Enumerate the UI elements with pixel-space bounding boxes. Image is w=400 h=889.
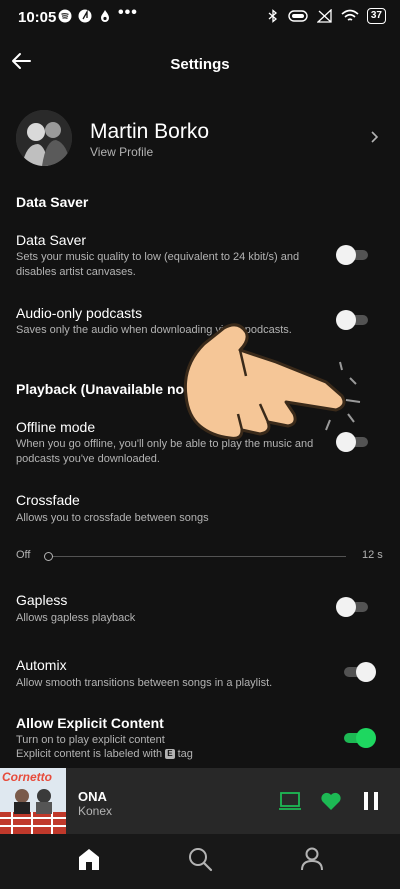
section-title-playback: Playback (Unavailable now) [16, 381, 200, 397]
gapless-title: Gapless [16, 592, 68, 608]
profile-name[interactable]: Martin Borko [90, 120, 209, 144]
status-more-dots: ••• [118, 4, 138, 21]
section-title-data-saver: Data Saver [16, 194, 89, 210]
explicit-content-toggle[interactable] [342, 728, 376, 748]
home-icon[interactable] [76, 846, 102, 872]
person-icon[interactable] [299, 846, 325, 872]
explicit-desc-text-b: tag [177, 748, 193, 760]
avatar[interactable] [16, 110, 72, 166]
gapless-toggle[interactable] [336, 597, 370, 617]
page-title: Settings [170, 56, 230, 73]
automix-toggle[interactable] [342, 662, 376, 682]
bluetooth-icon [268, 9, 277, 23]
status-time: 10:05 [18, 9, 57, 26]
now-playing-artist[interactable]: Konex [78, 804, 112, 818]
data-saver-desc: Sets your music quality to low (equivale… [16, 251, 300, 278]
crossfade-slider-thumb[interactable] [44, 552, 53, 561]
crossfade-min-label: Off [16, 549, 31, 561]
crossfade-title: Crossfade [16, 492, 80, 508]
explicit-content-title: Allow Explicit Content [16, 715, 164, 731]
avatar-photo [16, 110, 72, 166]
crossfade-max-label: 12 s [362, 549, 383, 561]
gapless-desc: Allows gapless playback [16, 612, 136, 624]
audio-only-podcasts-title: Audio-only podcasts [16, 305, 143, 321]
no-signal-icon [316, 9, 332, 23]
album-cover-title: Cornetto [2, 770, 52, 784]
heart-icon[interactable] [320, 791, 342, 811]
album-cover[interactable]: Cornetto [0, 768, 66, 834]
explicit-content-desc-line1: Turn on to play explicit content [16, 734, 165, 746]
pointing-hand-icon [183, 323, 361, 440]
pause-icon[interactable] [362, 791, 380, 811]
devices-icon[interactable] [279, 791, 301, 811]
explicit-desc-text-a: Explicit content is labeled with [16, 748, 163, 760]
chevron-right-icon[interactable] [369, 131, 379, 143]
crossfade-desc: Allows you to crossfade between songs [16, 512, 209, 524]
search-icon[interactable] [187, 846, 213, 872]
flame-icon [101, 10, 109, 22]
status-app-icons [58, 9, 112, 23]
battery-level: 37 [366, 8, 386, 24]
explicit-e-tag: E [165, 749, 175, 760]
explicit-content-desc-line2: Explicit content is labeled with E tag [16, 747, 326, 762]
data-saver-toggle[interactable] [336, 245, 370, 265]
now-playing-title[interactable]: ONA [78, 789, 107, 804]
data-saver-title: Data Saver [16, 232, 87, 248]
offline-mode-title: Offline mode [16, 419, 96, 435]
view-profile-link[interactable]: View Profile [90, 145, 153, 159]
status-system-icons: 37 [267, 8, 386, 24]
vibrate-icon [288, 10, 308, 22]
spotify-icon [58, 9, 72, 23]
crossfade-slider-track[interactable] [48, 556, 346, 557]
automix-desc: Allow smooth transitions between songs i… [16, 677, 273, 689]
automix-title: Automix [16, 657, 67, 673]
music-app-icon [78, 9, 92, 23]
wifi-icon [341, 9, 359, 21]
